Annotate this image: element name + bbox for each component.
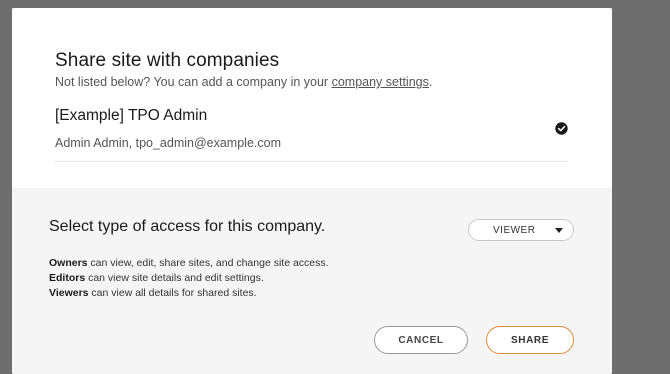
role-desc: can view all details for shared sites.: [88, 287, 257, 299]
access-title: Select type of access for this company.: [49, 218, 326, 235]
role-desc: can view site details and edit settings.: [85, 272, 264, 284]
company-name: [Example] TPO Admin: [55, 107, 208, 124]
company-settings-link[interactable]: company settings: [332, 75, 429, 89]
dialog-subtitle: Not listed below? You can add a company …: [55, 75, 432, 89]
role-line-viewers: Viewers can view all details for shared …: [49, 286, 329, 301]
role-desc: can view, edit, share sites, and change …: [87, 257, 329, 269]
company-row[interactable]: [Example] TPO Admin Admin Admin, tpo_adm…: [55, 103, 568, 162]
access-section: Select type of access for this company. …: [12, 188, 612, 374]
role-descriptions: Owners can view, edit, share sites, and …: [49, 256, 329, 301]
check-circle-icon[interactable]: [555, 122, 568, 135]
subtitle-suffix: .: [428, 75, 433, 89]
subtitle-text: Not listed below? You can add a company …: [55, 75, 332, 89]
access-type-value: VIEWER: [493, 225, 536, 236]
share-site-dialog: Share site with companies Not listed bel…: [12, 8, 612, 374]
role-name: Viewers: [49, 287, 89, 299]
role-name: Editors: [49, 272, 86, 284]
dialog-title: Share site with companies: [55, 50, 280, 71]
role-name: Owners: [49, 257, 88, 269]
company-contact: Admin Admin, tpo_admin@example.com: [55, 136, 281, 150]
access-type-select[interactable]: VIEWER: [468, 219, 574, 241]
role-line-editors: Editors can view site details and edit s…: [49, 271, 329, 286]
cancel-button[interactable]: CANCEL: [374, 326, 468, 354]
role-line-owners: Owners can view, edit, share sites, and …: [49, 256, 329, 271]
company-list-section: Share site with companies Not listed bel…: [12, 8, 612, 188]
caret-down-icon: [555, 228, 563, 233]
share-button[interactable]: SHARE: [486, 326, 574, 354]
